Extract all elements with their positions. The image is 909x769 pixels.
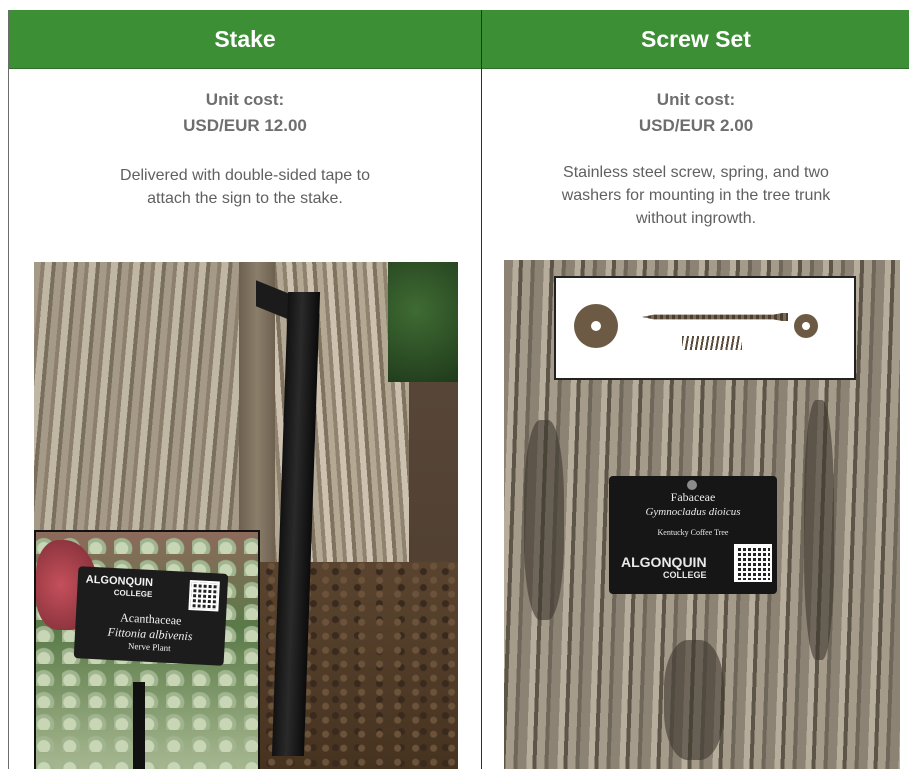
stake-description-text: Delivered with double-sided tape to atta… [120, 167, 370, 207]
stake-description: Delivered with double-sided tape to atta… [100, 164, 390, 210]
stake-inset-photo: ALGONQUIN COLLEGE Acanthaceae Fittonia a… [34, 530, 260, 769]
screw-set-cost-label: Unit cost: [656, 90, 736, 109]
stake-header: Stake [9, 10, 481, 69]
bark-crack [804, 400, 834, 660]
screw-set-description: Stainless steel screw, spring, and two w… [561, 161, 831, 230]
tree-trunk [34, 262, 254, 572]
sign-family: Fabaceae [670, 490, 716, 504]
stake-cost: Unit cost: USD/EUR 12.00 [9, 87, 481, 139]
spring-icon [682, 336, 742, 350]
sign-scientific-name: Gymnocladus dioicus [645, 506, 741, 518]
small-washer-icon [794, 314, 818, 338]
algonquin-logo: ALGONQUIN COLLEGE [85, 574, 154, 600]
bark-crack [524, 420, 564, 620]
stake-cost-value: USD/EUR 12.00 [183, 116, 307, 135]
screw-set-cost: Unit cost: USD/EUR 2.00 [482, 87, 909, 139]
screw-set-description-text: Stainless steel screw, spring, and two w… [561, 164, 831, 227]
screw-set-photo: Fabaceae Gymnocladus dioicus Kentucky Co… [504, 260, 900, 769]
sign-text: Acanthaceae Fittonia albivenis Nerve Pla… [74, 608, 226, 656]
bark-crack [664, 640, 724, 760]
logo-text: ALGONQUIN [621, 554, 707, 570]
logo-sub-text: COLLEGE [663, 570, 707, 580]
screw-icon [642, 313, 788, 321]
sign-common-name: Kentucky Coffee Tree [657, 528, 729, 537]
logo-sub-text: COLLEGE [113, 588, 153, 600]
plant-sign: ALGONQUIN COLLEGE Acanthaceae Fittonia a… [73, 566, 229, 666]
large-washer-icon [574, 304, 618, 348]
tree-sign: Fabaceae Gymnocladus dioicus Kentucky Co… [609, 476, 777, 594]
stake-column: Stake Unit cost: USD/EUR 12.00 Delivered… [9, 10, 482, 769]
screw-set-column: Screw Set Unit cost: USD/EUR 2.00 Stainl… [482, 10, 909, 769]
screw-set-header: Screw Set [482, 10, 909, 69]
product-comparison-table: Stake Unit cost: USD/EUR 12.00 Delivered… [8, 10, 909, 769]
screw-hole [687, 480, 697, 490]
stake-cost-label: Unit cost: [205, 90, 285, 109]
algonquin-logo: ALGONQUIN COLLEGE [621, 554, 707, 582]
screw-set-cost-value: USD/EUR 2.00 [638, 116, 754, 135]
qr-code-icon [734, 544, 772, 582]
inset-stake [133, 682, 145, 769]
hardware-parts-inset [554, 276, 856, 380]
stake-photo: ALGONQUIN COLLEGE Acanthaceae Fittonia a… [34, 262, 458, 769]
shrub [388, 262, 458, 382]
qr-code-icon [188, 579, 220, 612]
